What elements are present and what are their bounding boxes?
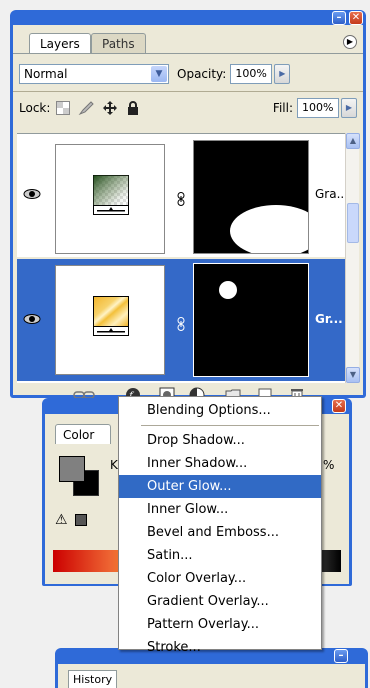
- layer-thumbnail[interactable]: [55, 144, 165, 254]
- layers-panel: – ✕ Layers Paths ▶ Normal ▼ Opacity: 100…: [10, 10, 366, 403]
- channel-label: K: [110, 458, 118, 472]
- mask-shape: [230, 205, 308, 253]
- layers-panel-body: Layers Paths ▶ Normal ▼ Opacity: 100% ▶ …: [13, 25, 363, 403]
- lock-label: Lock:: [19, 101, 51, 115]
- blend-mode-select[interactable]: Normal ▼: [19, 64, 169, 84]
- layer-style-menu: Blending Options... Drop Shadow... Inner…: [118, 396, 322, 655]
- eye-icon[interactable]: [23, 187, 41, 201]
- menu-item-color-overlay[interactable]: Color Overlay...: [119, 567, 321, 590]
- layer-mask-thumbnail[interactable]: [193, 140, 309, 254]
- lock-paint-brush-icon[interactable]: [78, 101, 95, 115]
- opacity-slider-arrow-icon[interactable]: ▶: [274, 64, 291, 84]
- menu-item-gradient-overlay[interactable]: Gradient Overlay...: [119, 590, 321, 613]
- close-button[interactable]: ✕: [332, 399, 346, 413]
- menu-separator: [119, 422, 321, 429]
- blend-mode-value: Normal: [24, 67, 68, 81]
- opacity-input[interactable]: 100%: [230, 64, 273, 84]
- fill-input[interactable]: 100%: [297, 98, 339, 118]
- menu-item-blending-options[interactable]: Blending Options...: [119, 399, 321, 422]
- lock-row: Lock: Fill: 100% ▶: [19, 97, 357, 119]
- menu-item-pattern-overlay[interactable]: Pattern Overlay...: [119, 613, 321, 636]
- menu-item-drop-shadow[interactable]: Drop Shadow...: [119, 429, 321, 452]
- layer-row[interactable]: Gra...: [17, 134, 348, 256]
- menu-item-bevel-and-emboss[interactable]: Bevel and Emboss...: [119, 521, 321, 544]
- tab-history[interactable]: History: [68, 670, 118, 688]
- lock-all-icon[interactable]: [126, 101, 140, 115]
- menu-item-satin[interactable]: Satin...: [119, 544, 321, 567]
- lock-transparency-icon[interactable]: [56, 101, 71, 115]
- menu-item-inner-shadow[interactable]: Inner Shadow...: [119, 452, 321, 475]
- layer-row-selected[interactable]: Gr...: [17, 259, 345, 381]
- menu-item-inner-glow[interactable]: Inner Glow...: [119, 498, 321, 521]
- eye-icon[interactable]: [23, 312, 41, 326]
- layers-list: Gra... Gr...: [17, 133, 348, 383]
- scroll-up-arrow-icon[interactable]: ▲: [346, 133, 360, 149]
- link-chain-icon[interactable]: [177, 317, 185, 331]
- history-panel-body: History: [58, 664, 365, 688]
- layer-name[interactable]: Gr...: [315, 312, 343, 326]
- layer-thumbnail[interactable]: [55, 265, 165, 375]
- gradient-fill-icon: [93, 175, 129, 215]
- panel-menu-arrow-icon[interactable]: ▶: [343, 35, 357, 49]
- chevron-down-icon[interactable]: ▼: [151, 66, 167, 82]
- opacity-label: Opacity:: [177, 67, 227, 81]
- tab-divider: [13, 53, 363, 54]
- menu-item-outer-glow[interactable]: Outer Glow...: [119, 475, 321, 498]
- close-button[interactable]: ✕: [349, 11, 363, 25]
- divider: [13, 91, 363, 92]
- tab-paths[interactable]: Paths: [91, 33, 146, 53]
- minimize-button[interactable]: –: [332, 11, 346, 25]
- channel-unit: %: [323, 458, 335, 472]
- lock-move-icon[interactable]: [102, 100, 118, 116]
- menu-item-stroke[interactable]: Stroke...: [119, 636, 321, 659]
- blend-row: Normal ▼ Opacity: 100% ▶: [19, 63, 357, 85]
- fill-slider-arrow-icon[interactable]: ▶: [341, 98, 357, 118]
- tab-layers[interactable]: Layers: [29, 33, 91, 53]
- fill-label: Fill:: [272, 101, 293, 115]
- gradient-fill-icon: [93, 296, 129, 336]
- tab-color[interactable]: Color: [55, 424, 111, 444]
- minimize-button[interactable]: –: [334, 649, 348, 663]
- foreground-color-swatch[interactable]: [59, 456, 85, 482]
- gamut-warning-icon[interactable]: ⚠: [55, 512, 68, 528]
- scrollbar-thumb[interactable]: [347, 203, 359, 243]
- lock-icons: [56, 100, 140, 116]
- layer-name[interactable]: Gra...: [315, 187, 348, 201]
- scroll-down-arrow-icon[interactable]: ▼: [346, 367, 360, 383]
- link-chain-icon[interactable]: [177, 192, 185, 206]
- gamut-color-swatch[interactable]: [75, 514, 87, 526]
- layers-scrollbar[interactable]: ▲ ▼: [345, 133, 360, 383]
- layer-mask-thumbnail[interactable]: [193, 263, 309, 377]
- mask-shape: [219, 281, 237, 299]
